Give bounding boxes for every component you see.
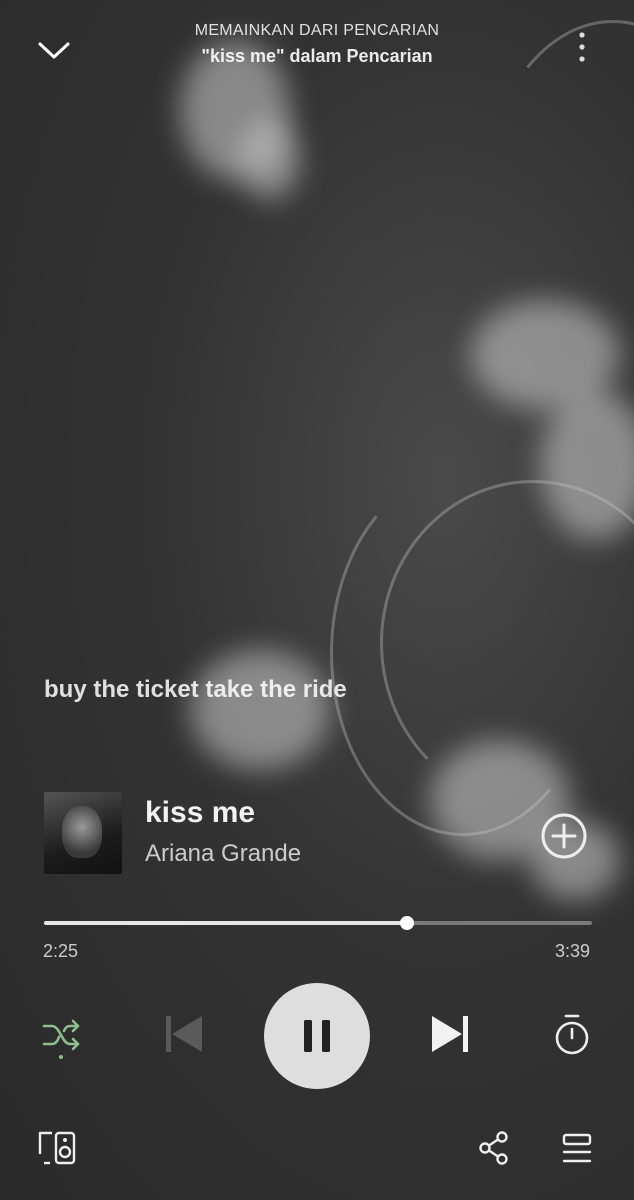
pause-icon [304, 1020, 330, 1052]
context-type: MEMAINKAN DARI PENCARIAN [194, 22, 440, 39]
queue-icon[interactable] [560, 1132, 594, 1166]
progress-handle[interactable] [399, 916, 414, 930]
skip-previous-icon[interactable] [162, 1012, 206, 1056]
progress-fill [44, 921, 407, 925]
playback-controls [0, 980, 634, 1090]
plus-circle-icon[interactable] [540, 812, 588, 860]
track-title[interactable]: kiss me [145, 796, 255, 830]
share-icon[interactable] [478, 1130, 510, 1166]
shuffle-icon[interactable] [40, 1016, 84, 1060]
more-vertical-icon[interactable] [574, 30, 590, 66]
skip-next-icon[interactable] [428, 1012, 472, 1056]
progress-slider[interactable] [44, 916, 592, 930]
lyric-line[interactable]: buy the ticket take the ride [44, 676, 347, 704]
play-pause-button[interactable] [264, 983, 370, 1089]
total-time: 3:39 [554, 941, 590, 961]
context-name: "kiss me" dalam Pencarian [201, 46, 433, 66]
playing-context[interactable]: MEMAINKAN DARI PENCARIAN "kiss me" dalam… [0, 22, 634, 67]
player-footer [0, 1120, 634, 1176]
connect-devices-icon[interactable] [38, 1130, 78, 1166]
sleep-timer-icon[interactable] [552, 1012, 592, 1056]
track-info: kiss me Ariana Grande [44, 792, 604, 874]
elapsed-time: 2:25 [43, 941, 79, 961]
album-art [44, 792, 122, 874]
track-artist[interactable]: Ariana Grande [145, 840, 301, 868]
player-header: MEMAINKAN DARI PENCARIAN "kiss me" dalam… [0, 0, 634, 96]
